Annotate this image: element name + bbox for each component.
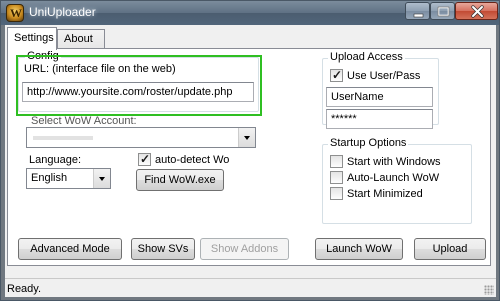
title-bar[interactable]: UniUploader bbox=[1, 1, 499, 25]
status-text: Ready. bbox=[7, 283, 42, 295]
start-with-windows-label: Start with Windows bbox=[347, 156, 441, 168]
startup-options-legend: Startup Options bbox=[328, 137, 409, 149]
window-title: UniUploader bbox=[29, 5, 96, 19]
language-label: Language: bbox=[29, 154, 81, 166]
resize-grip-icon[interactable] bbox=[484, 285, 494, 295]
maximize-button[interactable] bbox=[430, 2, 455, 20]
show-addons-button[interactable]: Show Addons bbox=[200, 238, 289, 260]
tab-settings[interactable]: Settings bbox=[7, 27, 57, 50]
show-svs-button[interactable]: Show SVs bbox=[131, 238, 195, 260]
chevron-down-icon[interactable] bbox=[93, 169, 110, 188]
url-label: URL: (interface file on the web) bbox=[24, 63, 176, 75]
close-icon bbox=[471, 5, 484, 18]
client-area: Settings About Config URL: (interface fi… bbox=[5, 25, 496, 297]
use-userpass-label: Use User/Pass bbox=[347, 70, 421, 82]
checkmark-icon: ✓ bbox=[332, 68, 343, 82]
password-input[interactable]: ****** bbox=[326, 109, 433, 129]
language-select[interactable]: English bbox=[26, 168, 111, 189]
wow-account-label: Select WoW Account: bbox=[31, 115, 137, 127]
find-wow-button[interactable]: Find WoW.exe bbox=[136, 169, 224, 191]
start-minimized-checkbox[interactable] bbox=[330, 187, 343, 200]
minimize-button[interactable] bbox=[405, 2, 430, 20]
username-input[interactable]: UserName bbox=[326, 87, 433, 107]
minimize-icon bbox=[413, 13, 424, 18]
start-with-windows-checkbox[interactable] bbox=[330, 155, 343, 168]
auto-launch-wow-checkbox[interactable] bbox=[330, 171, 343, 184]
upload-access-legend: Upload Access bbox=[328, 51, 405, 63]
advanced-mode-button[interactable]: Advanced Mode bbox=[18, 238, 122, 260]
app-window: UniUploader Settings About Config URL: (… bbox=[0, 0, 500, 301]
auto-launch-wow-label: Auto-Launch WoW bbox=[347, 172, 440, 184]
config-group: Config URL: (interface file on the web) … bbox=[18, 50, 259, 112]
config-legend: Config bbox=[25, 50, 61, 62]
blurred-account-text bbox=[33, 136, 93, 140]
launch-wow-button[interactable]: Launch WoW bbox=[315, 238, 403, 260]
autodetect-checkbox[interactable]: ✓ bbox=[138, 152, 151, 166]
upload-button[interactable]: Upload bbox=[414, 238, 486, 260]
close-button[interactable] bbox=[455, 2, 498, 20]
use-userpass-checkbox[interactable]: ✓ bbox=[330, 68, 343, 82]
status-bar: Ready. bbox=[5, 278, 496, 297]
autodetect-label: auto-detect Wo bbox=[155, 154, 230, 166]
start-minimized-label: Start Minimized bbox=[347, 188, 423, 200]
chevron-down-icon[interactable] bbox=[238, 128, 255, 147]
settings-panel: Config URL: (interface file on the web) … bbox=[7, 48, 491, 266]
wow-account-select[interactable] bbox=[26, 127, 256, 148]
maximize-icon bbox=[437, 6, 450, 17]
checkmark-icon: ✓ bbox=[140, 152, 151, 166]
url-input[interactable]: http://www.yoursite.com/roster/update.ph… bbox=[22, 82, 254, 102]
tab-about[interactable]: About bbox=[57, 29, 105, 49]
language-value: English bbox=[31, 172, 68, 184]
app-logo-icon bbox=[6, 4, 24, 22]
